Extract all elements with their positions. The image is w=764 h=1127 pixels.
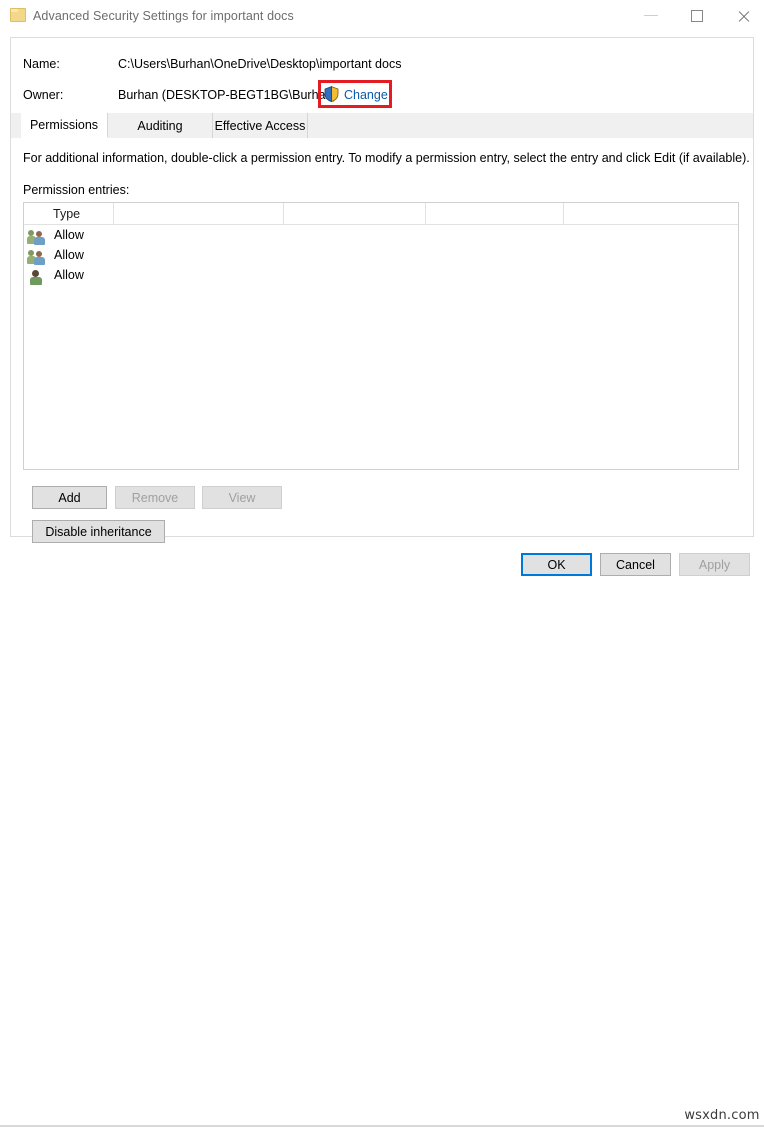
tab-permissions[interactable]: Permissions <box>21 113 108 138</box>
maximize-icon <box>691 10 703 22</box>
advanced-security-settings-dialog: Advanced Security Settings for important… <box>0 0 764 1127</box>
add-button[interactable]: Add <box>32 486 107 509</box>
row-type-value: Allow <box>54 228 84 242</box>
instruction-text: For additional information, double-click… <box>23 151 750 165</box>
maximize-button[interactable] <box>675 0 720 32</box>
remove-button: Remove <box>115 486 195 509</box>
tab-permissions-label: Permissions <box>29 118 99 132</box>
view-button-label: View <box>228 490 256 505</box>
row-type-value: Allow <box>54 248 84 262</box>
user-icon <box>28 269 46 285</box>
tab-strip: Permissions Auditing Effective Access <box>11 113 753 139</box>
remove-button-label: Remove <box>131 490 179 505</box>
object-header: Name: C:\Users\Burhan\OneDrive\Desktop\i… <box>11 38 753 113</box>
permission-entries-list[interactable]: Type Allow Allow Allow <box>23 202 739 470</box>
minimize-icon <box>644 15 658 16</box>
column-header-access[interactable] <box>284 203 426 224</box>
column-header-applies-to[interactable] <box>564 203 738 224</box>
close-button[interactable] <box>721 0 764 32</box>
disable-inheritance-label: Disable inheritance <box>45 524 152 539</box>
column-header-principal[interactable] <box>114 203 284 224</box>
cancel-button-label: Cancel <box>616 557 655 572</box>
folder-icon <box>10 8 26 22</box>
tab-auditing-label: Auditing <box>137 118 183 133</box>
list-header-row: Type <box>24 203 738 225</box>
ok-button-label: OK <box>547 557 566 572</box>
group-icon <box>27 229 46 245</box>
group-icon <box>27 249 46 265</box>
cancel-button[interactable]: Cancel <box>600 553 671 576</box>
column-header-type[interactable]: Type <box>46 203 114 224</box>
name-label: Name: <box>23 57 60 71</box>
permission-entries-label: Permission entries: <box>23 183 130 197</box>
watermark: wsxdn.com <box>684 1108 760 1123</box>
table-row[interactable]: Allow <box>24 247 738 267</box>
apply-button: Apply <box>679 553 750 576</box>
column-header-inherited-from[interactable] <box>426 203 564 224</box>
column-header-icon[interactable] <box>24 203 46 224</box>
apply-button-label: Apply <box>698 557 731 572</box>
ok-button[interactable]: OK <box>521 553 592 576</box>
tab-effective-access[interactable]: Effective Access <box>213 113 308 138</box>
permissions-tab-panel: For additional information, double-click… <box>11 138 753 566</box>
minimize-button[interactable] <box>629 0 674 32</box>
owner-label: Owner: <box>23 88 64 102</box>
tab-effective-access-label: Effective Access <box>214 118 306 133</box>
row-type-value: Allow <box>54 268 84 282</box>
disable-inheritance-button[interactable]: Disable inheritance <box>32 520 165 543</box>
owner-value: Burhan (DESKTOP-BEGT1BG\Burhan) <box>118 88 337 102</box>
add-button-label: Add <box>58 490 81 505</box>
table-row[interactable]: Allow <box>24 227 738 247</box>
name-value: C:\Users\Burhan\OneDrive\Desktop\importa… <box>118 57 402 71</box>
table-row[interactable]: Allow <box>24 267 738 287</box>
close-icon <box>737 10 750 23</box>
view-button: View <box>202 486 282 509</box>
dialog-frame: Name: C:\Users\Burhan\OneDrive\Desktop\i… <box>10 37 754 566</box>
dialog-footer: OK Cancel Apply wsxdn.com <box>0 545 764 1127</box>
highlight-annotation <box>318 80 392 108</box>
tab-auditing[interactable]: Auditing <box>108 113 213 138</box>
window-title: Advanced Security Settings for important… <box>33 9 294 23</box>
title-bar: Advanced Security Settings for important… <box>0 0 764 35</box>
